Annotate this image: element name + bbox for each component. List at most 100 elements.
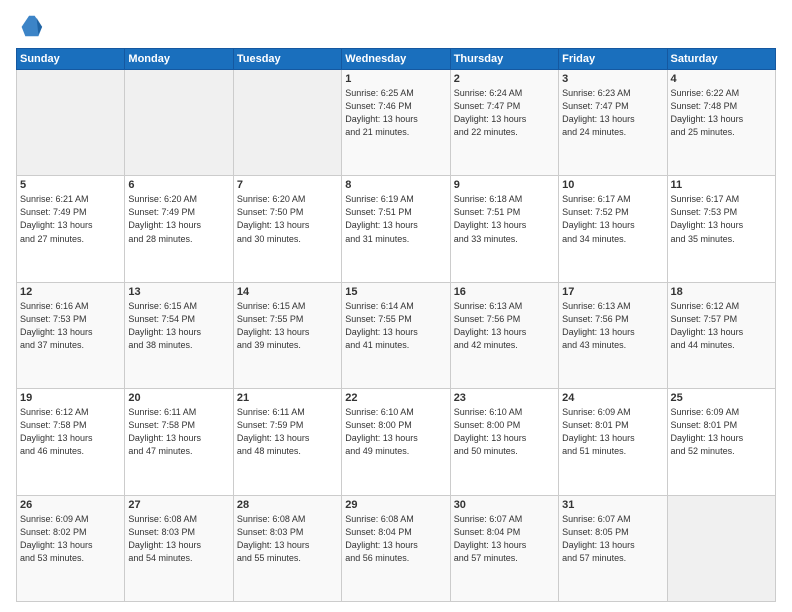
header [16,12,776,40]
week-row-3: 12 Sunrise: 6:16 AM Sunset: 7:53 PM Dayli… [17,282,776,388]
day-cell: 23 Sunrise: 6:10 AM Sunset: 8:00 PM Dayli… [450,389,558,495]
day-cell: 24 Sunrise: 6:09 AM Sunset: 8:01 PM Dayli… [559,389,667,495]
day-info: Sunrise: 6:08 AM Sunset: 8:04 PM Dayligh… [345,513,446,565]
day-cell [17,70,125,176]
day-number: 14 [237,286,338,298]
day-cell: 12 Sunrise: 6:16 AM Sunset: 7:53 PM Dayli… [17,282,125,388]
day-cell: 4Sunrise: 6:22 AM Sunset: 7:48 PM Daylig… [667,70,775,176]
day-cell [667,495,775,601]
day-header-saturday: Saturday [667,49,775,70]
day-info: Sunrise: 6:16 AM Sunset: 7:53 PM Dayligh… [20,300,121,352]
day-number: 30 [454,499,555,511]
day-cell: 1 Sunrise: 6:25 AM Sunset: 7:46 PM Daylig… [342,70,450,176]
day-number: 19 [20,392,121,404]
day-cell: 14 Sunrise: 6:15 AM Sunset: 7:55 PM Dayli… [233,282,341,388]
day-info: Sunrise: 6:12 AM Sunset: 7:57 PM Dayligh… [671,300,772,352]
week-row-2: 5 Sunrise: 6:21 AM Sunset: 7:49 PM Daylig… [17,176,776,282]
day-info: Sunrise: 6:17 AM Sunset: 7:53 PM Dayligh… [671,193,772,245]
week-row-5: 26 Sunrise: 6:09 AM Sunset: 8:02 PM Dayli… [17,495,776,601]
day-cell: 21 Sunrise: 6:11 AM Sunset: 7:59 PM Dayli… [233,389,341,495]
day-number: 12 [20,286,121,298]
day-number: 24 [562,392,663,404]
day-cell: 9 Sunrise: 6:18 AM Sunset: 7:51 PM Daylig… [450,176,558,282]
day-cell: 28 Sunrise: 6:08 AM Sunset: 8:03 PM Dayli… [233,495,341,601]
page: SundayMondayTuesdayWednesdayThursdayFrid… [0,0,792,612]
day-info: Sunrise: 6:08 AM Sunset: 8:03 PM Dayligh… [128,513,229,565]
day-info: Sunrise: 6:09 AM Sunset: 8:01 PM Dayligh… [562,406,663,458]
day-number: 18 [671,286,772,298]
day-info: Sunrise: 6:08 AM Sunset: 8:03 PM Dayligh… [237,513,338,565]
day-number: 25 [671,392,772,404]
day-cell: 3Sunrise: 6:23 AM Sunset: 7:47 PM Daylig… [559,70,667,176]
day-info: Sunrise: 6:20 AM Sunset: 7:50 PM Dayligh… [237,193,338,245]
week-row-1: 1 Sunrise: 6:25 AM Sunset: 7:46 PM Daylig… [17,70,776,176]
day-cell: 18 Sunrise: 6:12 AM Sunset: 7:57 PM Dayli… [667,282,775,388]
day-number: 28 [237,499,338,511]
day-number: 7 [237,179,338,191]
day-number: 10 [562,179,663,191]
day-cell [233,70,341,176]
day-cell: 2 Sunrise: 6:24 AM Sunset: 7:47 PM Daylig… [450,70,558,176]
day-number: 11 [671,179,772,191]
day-header-wednesday: Wednesday [342,49,450,70]
logo-icon [16,12,44,40]
day-number: 3 [562,73,663,85]
day-info: Sunrise: 6:25 AM Sunset: 7:46 PM Dayligh… [345,87,446,139]
calendar-table: SundayMondayTuesdayWednesdayThursdayFrid… [16,48,776,602]
day-info: Sunrise: 6:09 AM Sunset: 8:02 PM Dayligh… [20,513,121,565]
day-number: 13 [128,286,229,298]
logo [16,12,48,40]
day-info: Sunrise: 6:24 AM Sunset: 7:47 PM Dayligh… [454,87,555,139]
day-info: Sunrise: 6:07 AM Sunset: 8:04 PM Dayligh… [454,513,555,565]
day-number: 16 [454,286,555,298]
day-info: Sunrise: 6:07 AM Sunset: 8:05 PM Dayligh… [562,513,663,565]
day-header-sunday: Sunday [17,49,125,70]
day-cell: 31Sunrise: 6:07 AM Sunset: 8:05 PM Dayli… [559,495,667,601]
day-info: Sunrise: 6:11 AM Sunset: 7:58 PM Dayligh… [128,406,229,458]
day-info: Sunrise: 6:09 AM Sunset: 8:01 PM Dayligh… [671,406,772,458]
day-cell: 19 Sunrise: 6:12 AM Sunset: 7:58 PM Dayli… [17,389,125,495]
day-number: 1 [345,73,446,85]
day-info: Sunrise: 6:13 AM Sunset: 7:56 PM Dayligh… [562,300,663,352]
day-header-tuesday: Tuesday [233,49,341,70]
day-info: Sunrise: 6:10 AM Sunset: 8:00 PM Dayligh… [345,406,446,458]
day-number: 20 [128,392,229,404]
day-header-monday: Monday [125,49,233,70]
day-info: Sunrise: 6:21 AM Sunset: 7:49 PM Dayligh… [20,193,121,245]
day-info: Sunrise: 6:22 AM Sunset: 7:48 PM Dayligh… [671,87,772,139]
header-row: SundayMondayTuesdayWednesdayThursdayFrid… [17,49,776,70]
day-number: 5 [20,179,121,191]
day-cell: 30 Sunrise: 6:07 AM Sunset: 8:04 PM Dayli… [450,495,558,601]
day-cell: 13Sunrise: 6:15 AM Sunset: 7:54 PM Dayli… [125,282,233,388]
day-cell: 27Sunrise: 6:08 AM Sunset: 8:03 PM Dayli… [125,495,233,601]
day-number: 15 [345,286,446,298]
day-number: 26 [20,499,121,511]
day-number: 23 [454,392,555,404]
day-info: Sunrise: 6:10 AM Sunset: 8:00 PM Dayligh… [454,406,555,458]
day-number: 2 [454,73,555,85]
day-number: 8 [345,179,446,191]
day-number: 9 [454,179,555,191]
day-cell: 26 Sunrise: 6:09 AM Sunset: 8:02 PM Dayli… [17,495,125,601]
day-info: Sunrise: 6:18 AM Sunset: 7:51 PM Dayligh… [454,193,555,245]
day-number: 29 [345,499,446,511]
day-cell: 15 Sunrise: 6:14 AM Sunset: 7:55 PM Dayli… [342,282,450,388]
day-info: Sunrise: 6:19 AM Sunset: 7:51 PM Dayligh… [345,193,446,245]
day-cell: 22Sunrise: 6:10 AM Sunset: 8:00 PM Dayli… [342,389,450,495]
day-cell: 11 Sunrise: 6:17 AM Sunset: 7:53 PM Dayli… [667,176,775,282]
day-cell: 25 Sunrise: 6:09 AM Sunset: 8:01 PM Dayli… [667,389,775,495]
day-cell: 7 Sunrise: 6:20 AM Sunset: 7:50 PM Daylig… [233,176,341,282]
day-cell: 16 Sunrise: 6:13 AM Sunset: 7:56 PM Dayli… [450,282,558,388]
day-info: Sunrise: 6:17 AM Sunset: 7:52 PM Dayligh… [562,193,663,245]
day-info: Sunrise: 6:15 AM Sunset: 7:55 PM Dayligh… [237,300,338,352]
day-info: Sunrise: 6:11 AM Sunset: 7:59 PM Dayligh… [237,406,338,458]
day-number: 21 [237,392,338,404]
day-number: 6 [128,179,229,191]
day-info: Sunrise: 6:14 AM Sunset: 7:55 PM Dayligh… [345,300,446,352]
day-info: Sunrise: 6:12 AM Sunset: 7:58 PM Dayligh… [20,406,121,458]
day-info: Sunrise: 6:13 AM Sunset: 7:56 PM Dayligh… [454,300,555,352]
day-cell: 29 Sunrise: 6:08 AM Sunset: 8:04 PM Dayli… [342,495,450,601]
day-cell: 17Sunrise: 6:13 AM Sunset: 7:56 PM Dayli… [559,282,667,388]
day-header-thursday: Thursday [450,49,558,70]
day-cell [125,70,233,176]
